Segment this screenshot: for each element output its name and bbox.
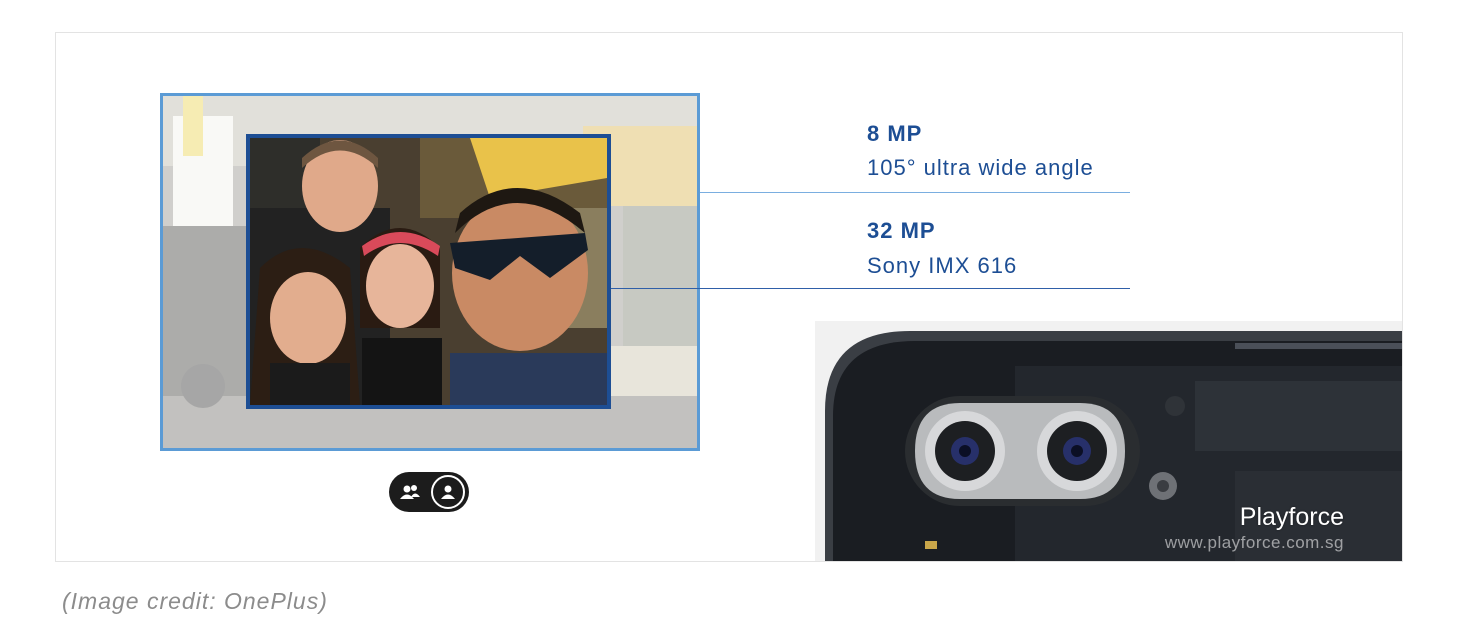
main-description: Sony IMX 616 — [867, 253, 1018, 278]
image-credit: (Image credit: OnePlus) — [62, 588, 328, 614]
camera-mode-toggle[interactable] — [389, 472, 469, 512]
ultra-wide-description: 105° ultra wide angle — [867, 155, 1094, 180]
main-camera-photo — [250, 138, 607, 405]
group-mode-button[interactable] — [393, 475, 427, 509]
group-icon — [400, 485, 420, 499]
connector-line-ultra-wide — [700, 192, 1130, 193]
connector-line-main — [611, 288, 1130, 289]
content-card: 8 MP 105° ultra wide angle 32 MP Sony IM… — [55, 32, 1403, 562]
person-icon — [441, 485, 455, 499]
single-mode-button[interactable] — [431, 475, 465, 509]
main-camera-frame — [246, 134, 611, 409]
watermark-name: Playforce — [1239, 503, 1344, 531]
main-megapixels: 32 MP — [867, 218, 936, 243]
ultra-wide-megapixels: 8 MP — [867, 121, 923, 146]
watermark-url: www.playforce.com.sg — [1164, 533, 1344, 552]
